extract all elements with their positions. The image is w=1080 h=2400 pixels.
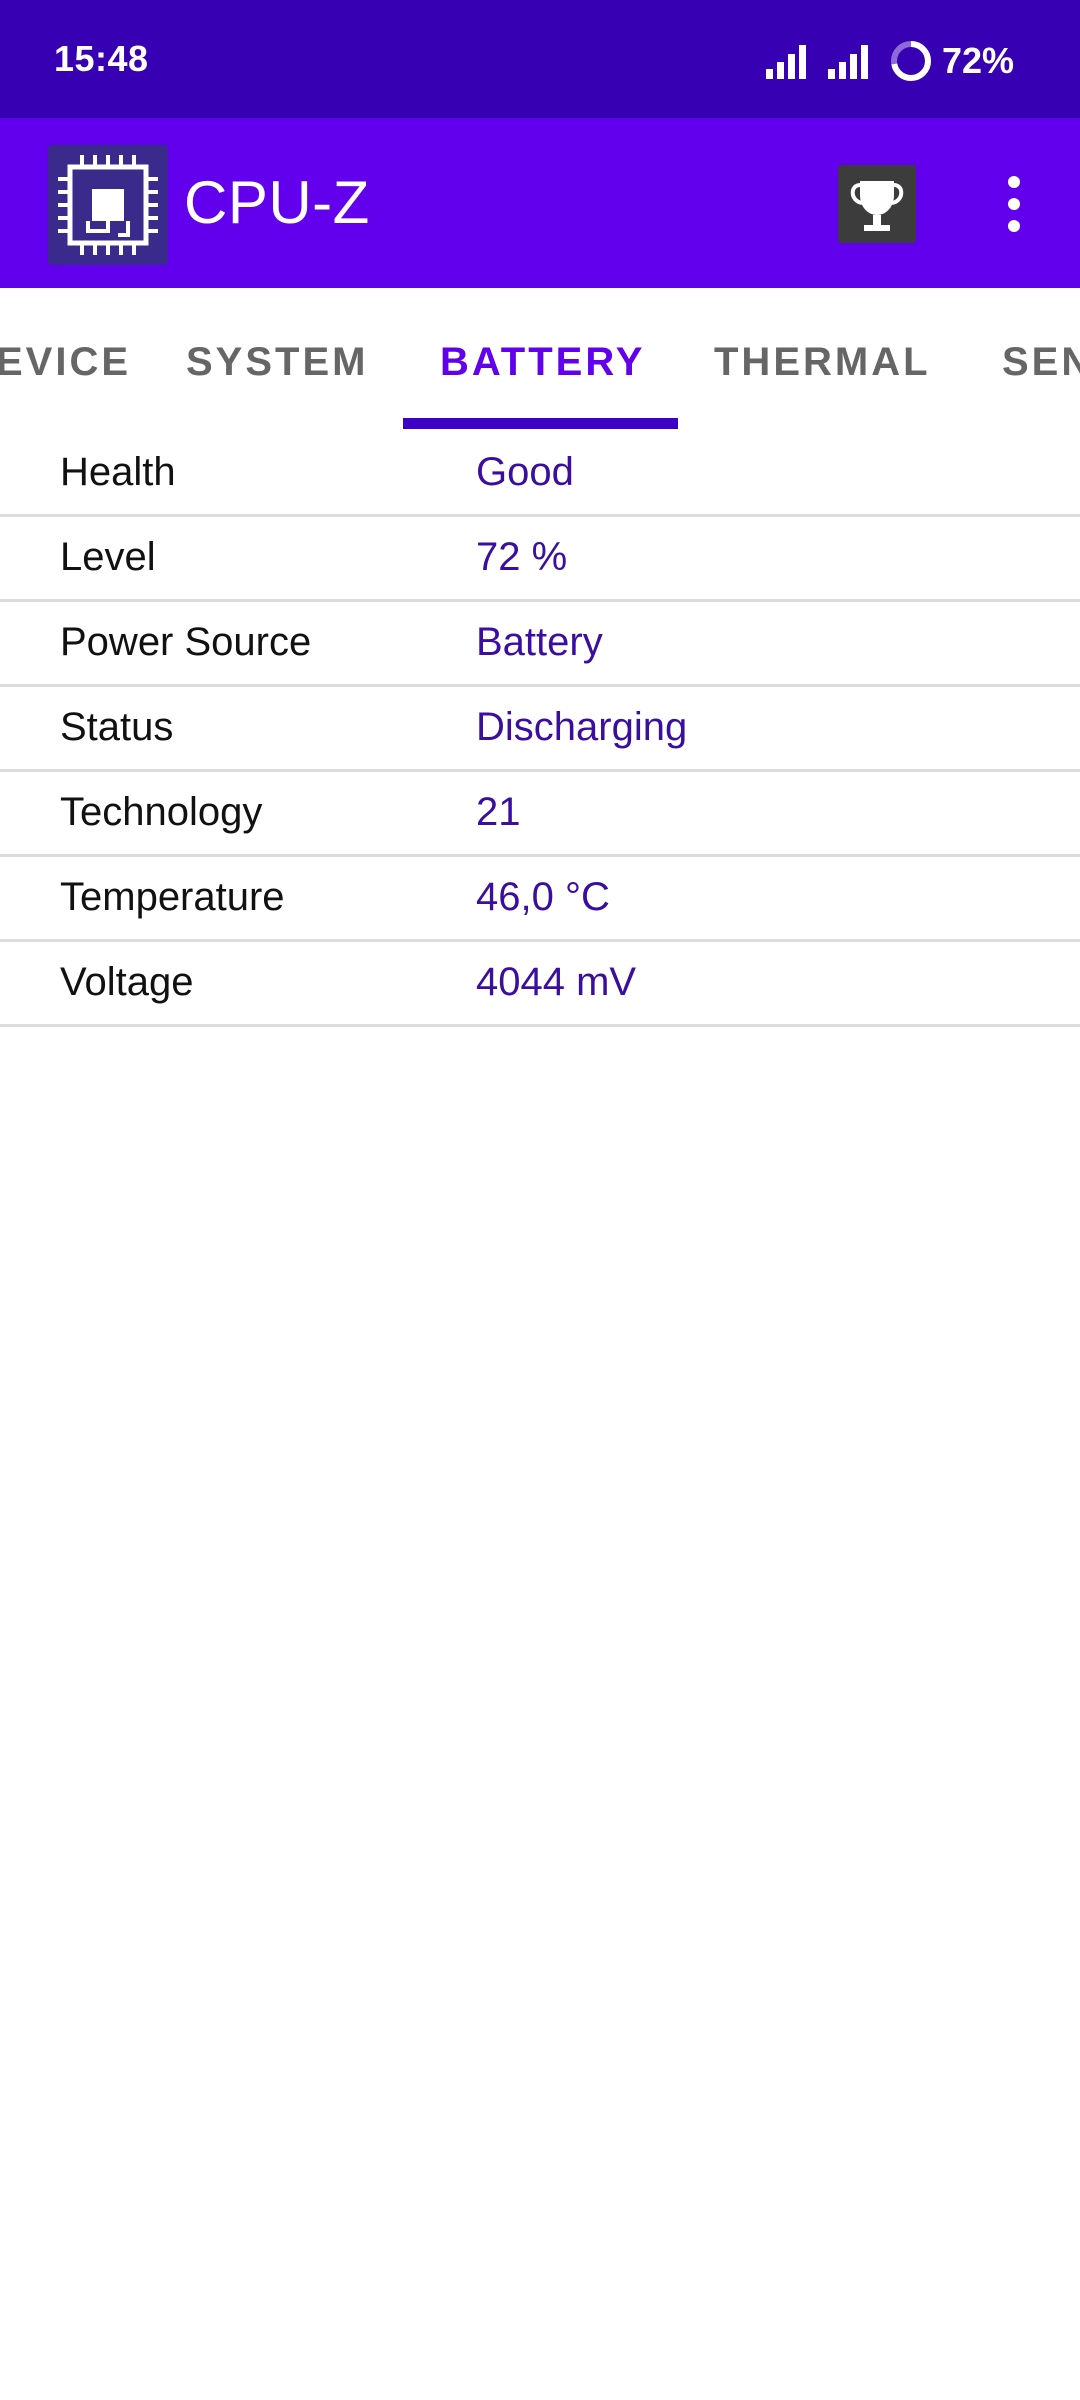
tab-indicator: [403, 418, 678, 429]
table-row: Level 72 %: [0, 517, 1080, 602]
status-icons: 72%: [764, 36, 1014, 86]
status-bar: 15:48 72%: [0, 0, 1080, 118]
info-label: Status: [60, 705, 174, 749]
info-value: Battery: [476, 620, 603, 664]
info-value: 21: [476, 790, 521, 834]
info-label: Power Source: [60, 620, 312, 664]
tab-system[interactable]: SYSTEM: [186, 340, 368, 385]
app-title: CPU-Z: [184, 169, 370, 236]
table-row: Health Good: [0, 432, 1080, 517]
tab-thermal[interactable]: THERMAL: [714, 340, 931, 385]
signal-icon: [765, 45, 806, 79]
more-vert-icon[interactable]: [986, 170, 1042, 240]
cpu-chip-icon: [48, 145, 168, 265]
info-value: 72 %: [476, 535, 568, 579]
info-label: Technology: [60, 790, 263, 834]
battery-percent: 72%: [941, 40, 1014, 81]
info-label: Voltage: [60, 960, 194, 1004]
battery-info-table: Health Good Level 72 % Power Source Batt…: [0, 432, 1080, 1027]
battery-ring-icon: [890, 41, 931, 81]
table-row: Voltage 4044 mV: [0, 942, 1080, 1027]
info-value: Discharging: [476, 705, 688, 749]
tab-battery[interactable]: BATTERY: [440, 340, 645, 385]
table-row: Power Source Battery: [0, 602, 1080, 687]
info-label: Temperature: [60, 875, 285, 919]
status-time: 15:48: [54, 38, 149, 79]
tab-bar: EVICE SYSTEM BATTERY THERMAL SEN: [0, 288, 1080, 432]
info-value: 4044 mV: [476, 960, 637, 1004]
table-row: Technology 21: [0, 772, 1080, 857]
table-row: Status Discharging: [0, 687, 1080, 772]
tab-device[interactable]: EVICE: [0, 340, 131, 385]
table-row: Temperature 46,0 °C: [0, 857, 1080, 942]
info-value: Good: [476, 450, 574, 494]
info-label: Level: [60, 535, 156, 579]
trophy-icon[interactable]: [838, 165, 916, 243]
tab-sensors[interactable]: SEN: [1002, 340, 1080, 385]
app-bar: CPU-Z: [0, 118, 1080, 288]
info-label: Health: [60, 450, 176, 494]
signal-icon: [827, 45, 868, 79]
info-value: 46,0 °C: [476, 875, 610, 919]
